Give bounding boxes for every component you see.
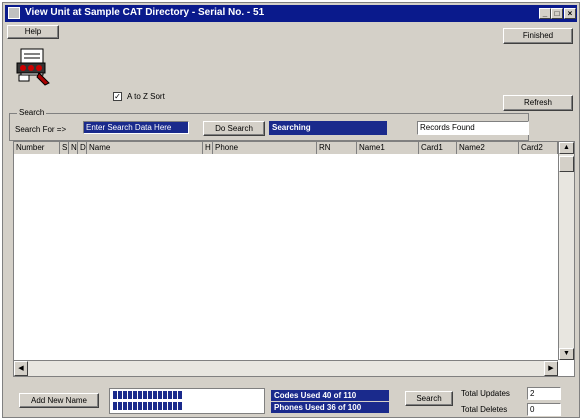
col-rn[interactable]: RN xyxy=(317,142,357,154)
minimize-icon[interactable]: _ xyxy=(539,8,551,19)
col-name[interactable]: Name xyxy=(87,142,203,154)
title-bar[interactable]: View Unit at Sample CAT Directory - Seri… xyxy=(5,5,577,22)
search-prompt: Search For => xyxy=(15,125,67,134)
vertical-scrollbar[interactable]: ▲ ▼ xyxy=(558,142,574,360)
col-name2[interactable]: Name2 xyxy=(457,142,519,154)
refresh-button[interactable]: Refresh xyxy=(503,95,573,111)
col-phone[interactable]: Phone xyxy=(213,142,317,154)
codes-progress xyxy=(113,391,261,401)
col-card2[interactable]: Card2 xyxy=(519,142,558,154)
results-table: Number S N D Name H Phone RN Name1 Card1… xyxy=(13,141,575,377)
total-updates-field: 2 xyxy=(527,387,561,400)
table-header: Number S N D Name H Phone RN Name1 Card1… xyxy=(14,142,558,154)
col-name1[interactable]: Name1 xyxy=(357,142,419,154)
search-status: Searching xyxy=(269,121,387,135)
col-d[interactable]: D xyxy=(78,142,87,154)
scroll-right-icon[interactable]: ▶ xyxy=(544,361,558,376)
help-button[interactable]: Help xyxy=(7,25,59,39)
search-button[interactable]: Search xyxy=(405,391,453,406)
col-h[interactable]: H xyxy=(203,142,213,154)
col-s[interactable]: S xyxy=(60,142,69,154)
sort-checkbox[interactable]: ✓ xyxy=(113,92,122,101)
app-logo-icon xyxy=(15,47,55,87)
total-deletes-label: Total Deletes xyxy=(461,405,508,414)
col-number[interactable]: Number xyxy=(14,142,60,154)
add-new-name-button[interactable]: Add New Name xyxy=(19,393,99,408)
horizontal-scrollbar[interactable]: ◀ ▶ xyxy=(14,360,558,376)
records-found-field: Records Found xyxy=(417,121,529,135)
phones-progress xyxy=(113,402,261,412)
phones-used-text: Phones Used 36 of 100 xyxy=(271,402,389,413)
finished-button[interactable]: Finished xyxy=(503,28,573,44)
do-search-button[interactable]: Do Search xyxy=(203,121,265,136)
window-title: View Unit at Sample CAT Directory - Seri… xyxy=(25,7,265,18)
sort-label: A to Z Sort xyxy=(127,92,165,101)
scroll-up-icon[interactable]: ▲ xyxy=(559,142,574,154)
app-icon xyxy=(8,7,20,19)
usage-progress-bar xyxy=(109,388,265,414)
close-icon[interactable]: × xyxy=(564,8,576,19)
total-deletes-field: 0 xyxy=(527,403,561,416)
maximize-icon[interactable]: □ xyxy=(551,8,563,19)
scroll-left-icon[interactable]: ◀ xyxy=(14,361,28,376)
col-n[interactable]: N xyxy=(69,142,78,154)
search-input[interactable]: Enter Search Data Here xyxy=(83,121,189,134)
main-window: View Unit at Sample CAT Directory - Seri… xyxy=(2,2,580,418)
total-updates-label: Total Updates xyxy=(461,389,510,398)
search-group-label: Search xyxy=(17,108,47,117)
col-card1[interactable]: Card1 xyxy=(419,142,457,154)
codes-used-text: Codes Used 40 of 110 xyxy=(271,390,389,401)
scroll-thumb[interactable] xyxy=(559,156,574,172)
scroll-down-icon[interactable]: ▼ xyxy=(559,348,574,360)
